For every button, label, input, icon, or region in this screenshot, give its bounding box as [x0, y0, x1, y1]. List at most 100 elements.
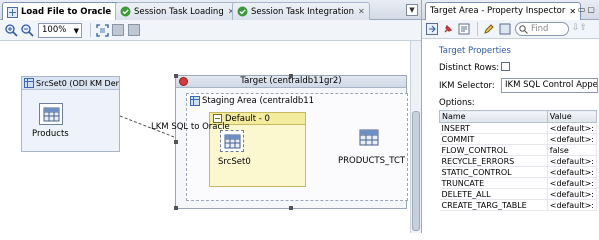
table-row[interactable]: DELETE_ALL <default>: — [439, 188, 598, 200]
options-label: Options: — [439, 98, 475, 108]
option-value[interactable]: <default>: — [547, 155, 598, 167]
option-name: FLOW_CONTROL — [439, 144, 548, 156]
tab-load-file-to-oracle[interactable]: Load File to Oracle ✕ — [2, 2, 127, 21]
option-value[interactable]: <default>: — [547, 177, 598, 189]
close-icon[interactable]: ✕ — [569, 7, 576, 16]
fit-to-window-button[interactable] — [95, 23, 109, 37]
option-name: COMMIT — [439, 133, 548, 145]
option-value[interactable]: <default>: — [547, 166, 598, 178]
property-inspector-panel: Target Area - Property Inspector ✕ ▭▢ Fi… — [421, 0, 599, 233]
layout-button[interactable] — [111, 23, 125, 37]
selection-handle[interactable] — [289, 74, 293, 78]
tab-session-task-integration[interactable]: Session Task Integration ✕ — [232, 2, 370, 20]
selection-handle[interactable] — [174, 74, 178, 78]
option-value[interactable]: false — [547, 144, 598, 156]
option-name: DELETE_ALL — [439, 188, 548, 200]
column-header-value[interactable]: Value — [546, 110, 598, 123]
options-icon — [499, 23, 511, 35]
tab-label: Load File to Oracle — [21, 7, 112, 17]
pin-button[interactable] — [441, 22, 455, 36]
selection-handle[interactable] — [174, 140, 178, 144]
staging-area-icon — [190, 95, 200, 106]
editor-tab-bar: Load File to Oracle ✕ Session Task Loadi… — [0, 0, 421, 21]
option-name: TRUNCATE — [439, 177, 548, 189]
find-navigation-arrows[interactable]: ⇩⇧ — [572, 23, 587, 33]
option-name: INSERT — [439, 122, 548, 134]
zoom-in-button[interactable] — [4, 23, 18, 37]
check-circle-icon — [120, 6, 131, 17]
zoom-level-value: 100% — [42, 25, 67, 35]
edit-button[interactable] — [482, 22, 496, 36]
grid-icon — [112, 24, 124, 36]
check-circle-icon — [237, 6, 248, 17]
options-table: Name Value INSERT <default>: COMMIT <defau… — [439, 110, 598, 211]
options-button[interactable] — [498, 22, 512, 36]
close-icon[interactable]: ✕ — [358, 7, 365, 16]
tab-list-dropdown[interactable]: ▼ — [406, 4, 418, 16]
datastore-label: PRODUCTS_TCT — [338, 156, 406, 166]
column-header-name[interactable]: Name — [439, 110, 548, 123]
diagram-toolbar: 100% ▼ — [0, 20, 421, 41]
panel-icon — [128, 24, 140, 36]
source-set-header: SrcSet0 (ODI KM Dem — [22, 77, 119, 90]
table-row[interactable]: FLOW_CONTROL false — [439, 144, 598, 156]
properties-icon — [458, 23, 470, 35]
option-name: RECYCLE_ERRORS — [439, 155, 548, 167]
distinct-rows-checkbox[interactable] — [501, 62, 510, 71]
zoom-out-button[interactable] — [20, 23, 34, 37]
datastore-srcset0[interactable] — [220, 130, 244, 152]
scrollbar-thumb[interactable] — [412, 111, 420, 231]
table-icon — [43, 107, 60, 122]
properties-button[interactable] — [457, 22, 471, 36]
tab-label: Session Task Integration — [251, 6, 355, 17]
table-row[interactable]: CREATE_TARG_TABLE <default>: — [439, 199, 598, 211]
staging-area-header: Staging Area (centraldb11 — [187, 94, 407, 107]
option-value[interactable]: <default>: — [547, 133, 598, 145]
selection-handle[interactable] — [289, 206, 293, 210]
default-group-title: Default - 0 — [225, 113, 270, 124]
toolbar-divider — [90, 23, 91, 37]
canvas-vertical-scrollbar[interactable] — [410, 41, 421, 233]
tab-label: Session Task Loading — [134, 6, 224, 17]
panel-window-controls[interactable]: ▭▢ — [578, 5, 597, 14]
target-properties-heading: Target Properties — [439, 46, 511, 56]
option-value[interactable]: <default>: — [547, 188, 598, 200]
datastore-products[interactable] — [39, 103, 63, 125]
option-value[interactable]: <default>: — [547, 122, 598, 134]
zoom-in-icon — [4, 23, 18, 37]
source-set-icon — [24, 78, 34, 88]
property-inspector-title: Target Area - Property Inspector — [430, 6, 566, 16]
tab-property-inspector[interactable]: Target Area - Property Inspector ✕ — [425, 1, 582, 20]
table-row[interactable]: RECYCLE_ERRORS <default>: — [439, 155, 598, 167]
selection-handle[interactable] — [174, 206, 178, 210]
diagram-view-button[interactable] — [127, 23, 141, 37]
search-icon — [519, 24, 528, 34]
table-row[interactable]: TRUNCATE <default>: — [439, 177, 598, 189]
datastore-products-tct[interactable] — [357, 127, 381, 149]
table-row[interactable]: INSERT <default>: — [439, 122, 598, 134]
options-table-header: Name Value — [439, 110, 598, 123]
chevron-down-icon: ▼ — [73, 26, 79, 35]
option-value[interactable]: <default>: — [547, 199, 598, 211]
error-icon — [179, 77, 188, 86]
distinct-rows-label: Distinct Rows: — [439, 63, 500, 73]
zoom-level-select[interactable]: 100% ▼ — [38, 22, 82, 38]
pencil-icon — [484, 24, 494, 34]
table-row[interactable]: STATIC_CONTROL <default>: — [439, 166, 598, 178]
table-icon — [359, 129, 379, 146]
mapping-diagram-canvas[interactable]: SrcSet0 (ODI KM Dem Products Target (cen… — [0, 41, 410, 233]
table-row[interactable]: COMMIT <default>: — [439, 133, 598, 145]
find-placeholder: Find — [531, 24, 549, 34]
ikm-selector-dropdown[interactable]: IKM SQL Control Append — [501, 78, 598, 93]
source-set-box[interactable]: SrcSet0 (ODI KM Dem Products — [21, 76, 120, 152]
tab-session-task-loading[interactable]: Session Task Loading ✕ — [115, 2, 240, 20]
datastore-label: Products — [32, 129, 69, 139]
toolbar-divider — [477, 22, 478, 36]
datastore-label: SrcSet0 — [218, 157, 251, 167]
property-inspector-body: Target Properties Distinct Rows: IKM Sel… — [422, 39, 599, 233]
property-inspector-toolbar: Find ⇩⇧ — [422, 20, 599, 39]
sync-button[interactable] — [425, 22, 439, 36]
mapping-icon — [7, 6, 18, 18]
load-km-label: LKM SQL to Oracle — [151, 122, 230, 132]
find-input[interactable]: Find — [515, 22, 569, 36]
